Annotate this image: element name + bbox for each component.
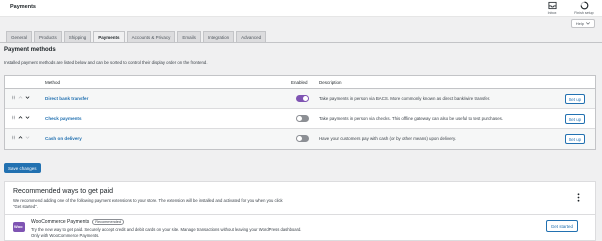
table-row: Direct bank transfer Take payments in pe…: [5, 89, 595, 109]
drag-handle-icon[interactable]: [11, 95, 16, 100]
method-description: Take payments in person via BACS. More c…: [319, 96, 491, 101]
enabled-toggle[interactable]: [296, 135, 309, 142]
move-up-icon[interactable]: [18, 115, 23, 120]
toggle-knob: [297, 136, 302, 141]
column-method: Method: [45, 80, 61, 85]
toggle-knob: [303, 96, 308, 101]
more-options-icon[interactable]: [577, 193, 580, 202]
move-down-icon[interactable]: [25, 115, 30, 120]
recommended-card: Recommended ways to get paid We recommen…: [4, 181, 596, 241]
chevron-down-icon: [586, 22, 590, 25]
table-header: Method Enabled Description: [5, 76, 595, 89]
help-label: Help: [575, 21, 584, 26]
method-name-link[interactable]: Cash on delivery: [45, 136, 82, 141]
move-up-icon[interactable]: [18, 135, 23, 140]
tab-shipping[interactable]: Shipping: [63, 31, 92, 42]
get-started-button[interactable]: Get started: [545, 220, 578, 232]
toggle-knob: [297, 116, 302, 121]
help-button[interactable]: Help: [570, 19, 595, 28]
table-row: Cash on delivery Have your customers pay…: [5, 129, 595, 149]
finish-setup-label: Finish setup: [574, 11, 594, 15]
finish-setup-button[interactable]: Finish setup: [572, 1, 596, 15]
move-up-icon[interactable]: [18, 95, 23, 100]
method-name-link[interactable]: Direct bank transfer: [45, 96, 88, 101]
extension-title: WooCommerce Payments Recommended: [31, 219, 125, 225]
set-up-button[interactable]: Set up: [564, 94, 585, 104]
section-description: Installed payment methods are listed bel…: [4, 60, 208, 65]
card-divider: [5, 214, 595, 215]
tab-emails[interactable]: Emails: [177, 31, 201, 42]
extension-name: WooCommerce Payments: [31, 219, 90, 225]
tabs-divider: [0, 42, 602, 43]
tab-accounts-privacy[interactable]: Accounts & Privacy: [126, 31, 176, 42]
set-up-button[interactable]: Set up: [564, 114, 585, 124]
inbox-button[interactable]: Inbox: [540, 1, 564, 15]
column-enabled: Enabled: [291, 80, 308, 85]
column-description: Description: [319, 80, 342, 85]
move-down-icon[interactable]: [25, 95, 30, 100]
move-down-icon[interactable]: [25, 135, 30, 140]
save-changes-button[interactable]: Save changes: [4, 163, 41, 173]
tab-products[interactable]: Products: [34, 31, 62, 42]
progress-ring-icon: [580, 1, 588, 10]
top-actions: Inbox Finish setup: [540, 1, 596, 15]
tab-advanced[interactable]: Advanced: [236, 31, 267, 42]
extension-description: Try the new way to get paid. Securely ac…: [31, 227, 302, 238]
inbox-label: Inbox: [547, 11, 557, 15]
payment-methods-table: Method Enabled Description Direct bank t…: [4, 75, 596, 150]
inbox-icon: [547, 1, 557, 10]
tab-integration[interactable]: Integration: [202, 31, 235, 42]
logo-text: Woo: [14, 224, 23, 229]
sort-controls: [11, 115, 30, 120]
enabled-toggle[interactable]: [296, 95, 309, 102]
method-description: Take payments in person via checks. This…: [319, 116, 504, 121]
page-title: Payments: [10, 4, 36, 10]
top-bar: Payments Inbox Finish setup: [0, 0, 602, 17]
method-name-link[interactable]: Check payments: [45, 116, 82, 121]
tab-general[interactable]: General: [6, 31, 33, 42]
set-up-button[interactable]: Set up: [564, 134, 585, 144]
method-description: Have your customers pay with cash (or by…: [319, 136, 457, 141]
enabled-toggle[interactable]: [296, 115, 309, 122]
woocommerce-logo: Woo: [13, 222, 25, 232]
drag-handle-icon[interactable]: [11, 135, 16, 140]
card-title: Recommended ways to get paid: [13, 188, 113, 195]
drag-handle-icon[interactable]: [11, 115, 16, 120]
sort-controls: [11, 95, 30, 100]
section-title: Payment methods: [4, 47, 56, 53]
recommended-badge: Recommended: [92, 219, 125, 225]
sort-controls: [11, 135, 30, 140]
card-description: We recommend adding one of the following…: [13, 198, 283, 209]
table-row: Check payments Take payments in person v…: [5, 109, 595, 129]
